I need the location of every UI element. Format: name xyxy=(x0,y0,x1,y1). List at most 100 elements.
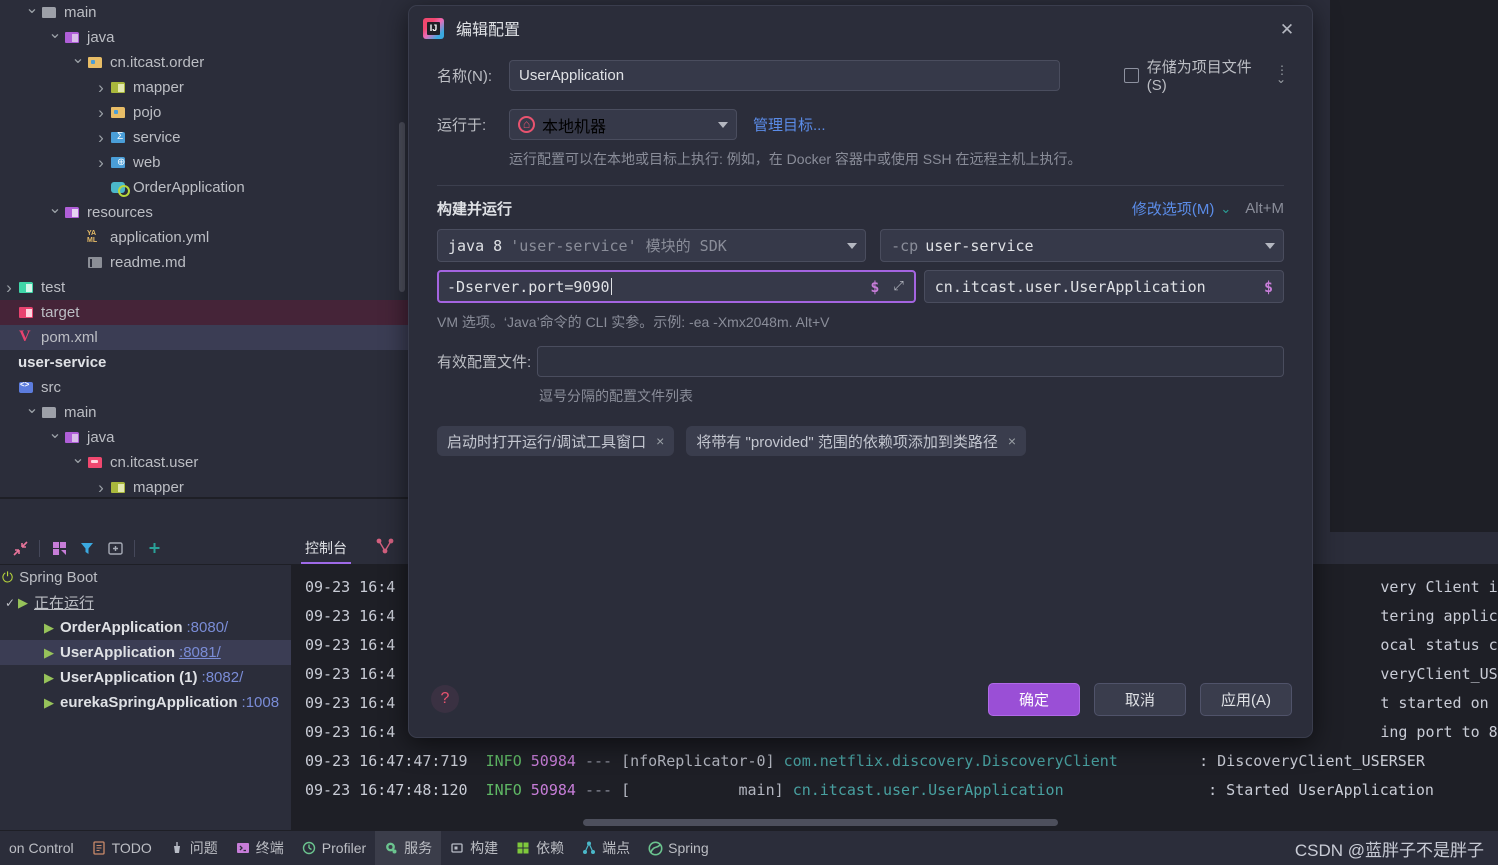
chevron-right-icon[interactable] xyxy=(92,479,110,496)
macro-dollar-icon-mainclass[interactable]: $ xyxy=(1264,278,1273,296)
help-icon[interactable]: ? xyxy=(431,685,459,713)
tree-row[interactable]: service xyxy=(0,125,410,150)
vm-options-input[interactable]: -Dserver.port=9090 $ ⤢ xyxy=(437,270,916,303)
tree-row[interactable]: src xyxy=(0,375,410,400)
tree-row[interactable]: ML application.yml xyxy=(0,225,410,250)
ok-button[interactable]: 确定 xyxy=(988,682,1080,716)
tool-window-button-build[interactable]: 构建 xyxy=(441,831,507,865)
tree-row[interactable]: main xyxy=(0,0,410,25)
cancel-button[interactable]: 取消 xyxy=(1094,682,1186,716)
chevron-down-icon-classpath xyxy=(1265,242,1275,249)
tab-endpoints-graph[interactable] xyxy=(361,531,409,564)
project-tree[interactable]: main java cn.itcast.order mapper pojo service… xyxy=(0,0,410,497)
tool-window-button-services[interactable]: 服务 xyxy=(375,830,442,865)
tree-row[interactable]: java xyxy=(0,25,410,50)
store-as-project-file-checkbox[interactable] xyxy=(1124,67,1139,83)
classpath-combobox[interactable]: -cp user-service xyxy=(880,229,1284,262)
chevron-down-icon[interactable] xyxy=(46,430,64,446)
tool-window-button-dependencies[interactable]: 依赖 xyxy=(507,831,573,865)
log-fragment: veryClient_USERSER xyxy=(1380,665,1498,683)
tool-window-button-label: Spring xyxy=(668,840,709,856)
tree-row[interactable]: pom.xml xyxy=(0,325,410,350)
tree-row[interactable]: user-service xyxy=(0,350,410,375)
tree-row[interactable]: cn.itcast.user xyxy=(0,450,410,475)
service-group[interactable]: ✓ ▶ 正在运行 xyxy=(0,590,291,615)
jre-combobox[interactable]: java 8 'user-service' 模块的 SDK xyxy=(437,229,867,262)
grid-view-icon[interactable] xyxy=(45,535,73,561)
chevron-down-icon[interactable] xyxy=(69,455,87,471)
chevron-right-icon[interactable] xyxy=(92,154,110,171)
tree-row[interactable]: test xyxy=(0,275,410,300)
chevron-down-icon[interactable] xyxy=(46,30,64,46)
tree-row[interactable]: mapper xyxy=(0,75,410,100)
tool-window-button-profiler[interactable]: Profiler xyxy=(293,831,375,865)
remove-chip-icon[interactable]: × xyxy=(1008,433,1016,449)
tree-row[interactable]: resources xyxy=(0,200,410,225)
service-port-link[interactable]: :8080/ xyxy=(187,619,229,636)
tree-row[interactable]: pojo xyxy=(0,100,410,125)
tree-row[interactable]: readme.md xyxy=(0,250,410,275)
service-item[interactable]: ▶ OrderApplication:8080/ xyxy=(0,615,291,640)
tool-window-button-problems[interactable]: 问题 xyxy=(161,831,227,865)
plus-icon[interactable] xyxy=(140,535,168,561)
name-input[interactable]: UserApplication xyxy=(509,59,1061,91)
tool-window-button-endpoints[interactable]: 端点 xyxy=(573,831,639,865)
tool-window-button-spring[interactable]: Spring xyxy=(639,831,717,865)
manage-targets-link[interactable]: 管理目标... xyxy=(753,114,826,135)
add-to-group-icon[interactable] xyxy=(101,535,129,561)
service-group[interactable]: ⏻ Spring Boot xyxy=(0,565,291,590)
more-options-icon[interactable]: ⋮ ⌄ xyxy=(1276,64,1288,85)
tab-console[interactable]: 控制台 xyxy=(291,531,361,564)
local-machine-icon xyxy=(518,116,535,133)
console-hscrollbar[interactable] xyxy=(583,819,1058,826)
modify-options-link[interactable]: 修改选项(M) xyxy=(1132,198,1215,219)
chevron-down-icon[interactable] xyxy=(23,405,41,421)
chevron-right-icon[interactable] xyxy=(0,279,18,296)
service-item[interactable]: ▶ UserApplication:8081/ xyxy=(0,640,291,665)
chevron-right-icon[interactable] xyxy=(92,79,110,96)
collapse-all-icon[interactable] xyxy=(6,535,34,561)
tree-row-label: java xyxy=(87,429,115,446)
service-port-link[interactable]: :8081/ xyxy=(179,644,221,661)
chevron-down-icon[interactable] xyxy=(23,5,41,21)
service-item[interactable]: ▶ UserApplication (1):8082/ xyxy=(0,665,291,690)
chevron-down-icon[interactable] xyxy=(46,205,64,221)
service-port-link[interactable]: :1008 xyxy=(242,694,280,711)
chevron-right-icon[interactable] xyxy=(92,129,110,146)
tree-row[interactable]: main xyxy=(0,400,410,425)
services-tree[interactable]: ⏻ Spring Boot ✓ ▶ 正在运行 ▶ OrderApplication:8080… xyxy=(0,565,291,830)
active-profiles-input[interactable] xyxy=(537,346,1284,377)
tool-window-button-todo[interactable]: TODO xyxy=(83,831,161,865)
tree-row[interactable]: java xyxy=(0,425,410,450)
run-icon: ▶ xyxy=(44,669,54,685)
tool-window-bar[interactable]: on Control TODO 问题 终端 Profiler 服务 构建 依赖 端点 Spring xyxy=(0,830,1498,865)
remove-chip-icon[interactable]: × xyxy=(656,433,664,449)
expand-icon[interactable]: ⤢ xyxy=(893,279,903,294)
tree-row[interactable]: target xyxy=(0,300,410,325)
service-item[interactable]: ▶ eurekaSpringApplication:1008 xyxy=(0,690,291,715)
run-on-combobox[interactable]: 本地机器 xyxy=(509,109,737,140)
close-icon[interactable]: ✕ xyxy=(1276,18,1298,40)
chevron-down-icon[interactable] xyxy=(69,55,87,71)
run-on-label: 运行于: xyxy=(437,117,487,134)
project-tree-scrollbar[interactable] xyxy=(399,122,405,292)
chevron-right-icon[interactable] xyxy=(92,104,110,121)
chevron-down-icon-modify[interactable]: ⌄ xyxy=(1220,201,1231,217)
tree-row[interactable]: web xyxy=(0,150,410,175)
service-port-link[interactable]: :8082/ xyxy=(202,669,244,686)
tool-window-button-version-control[interactable]: on Control xyxy=(0,831,83,865)
option-chip[interactable]: 启动时打开运行/调试工具窗口 × xyxy=(437,426,675,456)
apply-button[interactable]: 应用(A) xyxy=(1200,682,1292,716)
tree-row[interactable]: OrderApplication xyxy=(0,175,410,200)
filter-icon[interactable] xyxy=(73,535,101,561)
macro-dollar-icon[interactable]: $ xyxy=(870,278,879,296)
tree-row[interactable]: mapper xyxy=(0,475,410,497)
tool-window-button-label: 依赖 xyxy=(536,840,565,856)
option-chip[interactable]: 将带有 "provided" 范围的依赖项添加到类路径 × xyxy=(686,426,1027,456)
store-as-project-file-group[interactable]: 存储为项目文件(S) ⋮ ⌄ xyxy=(1124,56,1288,94)
tool-window-button-terminal[interactable]: 终端 xyxy=(227,831,293,865)
services-toolbar[interactable] xyxy=(0,532,291,565)
main-class-input[interactable]: cn.itcast.user.UserApplication $ xyxy=(923,270,1284,303)
folder-purple-icon xyxy=(64,30,81,45)
tree-row[interactable]: cn.itcast.order xyxy=(0,50,410,75)
